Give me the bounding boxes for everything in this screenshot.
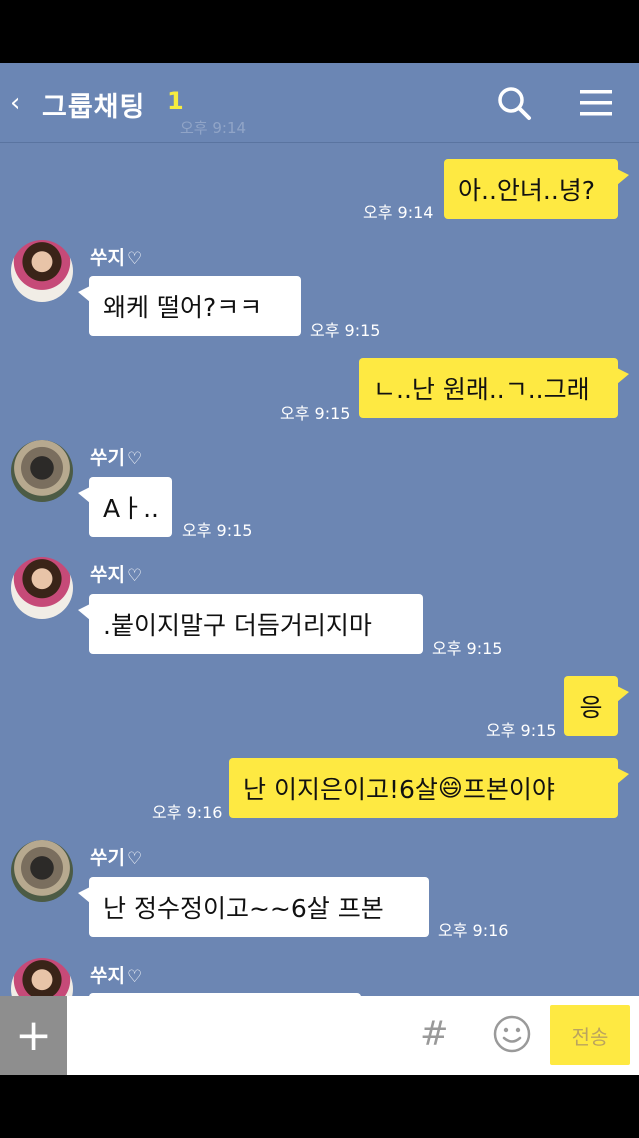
input-bar: + # 전송 [0,996,639,1075]
sender-name: 쑤지 ♡ [90,560,142,587]
header-bar: ‹ 그룹채팅 1 오후 9:14 [0,63,639,143]
message-input[interactable] [67,996,407,1075]
heart-icon: ♡ [126,967,143,987]
my-message-bubble[interactable]: 아..안녀..녕? [444,159,629,219]
message-time: 오후 9:15 [310,321,381,340]
sender-name-text: 쑤지 [90,965,125,987]
heart-icon: ♡ [126,249,143,269]
message-time: 오후 9:15 [182,521,253,540]
message-time: 오후 9:16 [152,803,223,822]
avatar[interactable] [11,440,73,502]
message-time: 오후 9:14 [363,203,434,222]
message-list[interactable]: 오후 9:14 아..안녀..녕? 쑤지 ♡ 왜케 떨어?ㅋㅋ 오후 9:15 오… [0,144,639,1053]
my-message-bubble[interactable]: ㄴ..난 원래..ㄱ..그래 [359,358,629,418]
hamburger-menu-icon[interactable] [578,87,614,119]
heart-icon: ♡ [126,849,143,869]
chevron-left-icon[interactable]: ‹ [10,89,30,117]
sender-name-text: 쑤지 [90,564,125,586]
avatar[interactable] [11,557,73,619]
message-time: 오후 9:15 [280,404,351,423]
other-message-bubble[interactable]: 왜케 떨어?ㅋㅋ [78,276,301,336]
send-button[interactable]: 전송 [550,1005,630,1065]
heart-icon: ♡ [126,566,143,586]
avatar[interactable] [11,240,73,302]
sender-name-text: 쑤기 [90,447,125,469]
grinning-emoji-icon: 😄 [437,774,463,802]
message-text: 난 이지은이고!6살 [243,775,438,804]
message-time: 오후 9:15 [486,721,557,740]
sender-name-text: 쑤기 [90,847,125,869]
other-message-bubble[interactable]: .붙이지말구 더듬거리지마 [78,594,423,654]
sender-name: 쑤기 ♡ [90,443,142,470]
search-icon[interactable] [496,85,532,121]
sender-name: 쑤지 ♡ [90,961,142,988]
member-count: 1 [167,87,184,115]
other-message-bubble[interactable]: 난 정수정이고~~6살 프본 [78,877,429,937]
message-time: 오후 9:16 [438,921,509,940]
emoticon-icon[interactable] [492,1014,532,1054]
heart-icon: ♡ [126,449,143,469]
other-message-bubble[interactable]: Aㅏ.. [78,477,172,537]
attach-plus-button[interactable]: + [0,996,67,1075]
ghost-timestamp: 오후 9:14 [180,119,247,137]
message-time: 오후 9:15 [432,639,503,658]
my-message-bubble[interactable]: 난 이지은이고!6살 😄 프본이야 [229,758,629,818]
sender-name: 쑤기 ♡ [90,843,142,870]
chat-title: 그룹채팅 [42,92,146,123]
avatar[interactable] [11,840,73,902]
hash-icon[interactable]: # [420,1014,449,1054]
sender-name-text: 쑤지 [90,247,125,269]
message-text: 프본이야 [462,775,555,804]
my-message-bubble[interactable]: 응 [564,676,629,736]
sender-name: 쑤지 ♡ [90,243,142,270]
chat-screen: ‹ 그룹채팅 1 오후 9:14 오후 9:14 아..안녀..녕? 쑤지 ♡ 왜… [0,63,639,1075]
